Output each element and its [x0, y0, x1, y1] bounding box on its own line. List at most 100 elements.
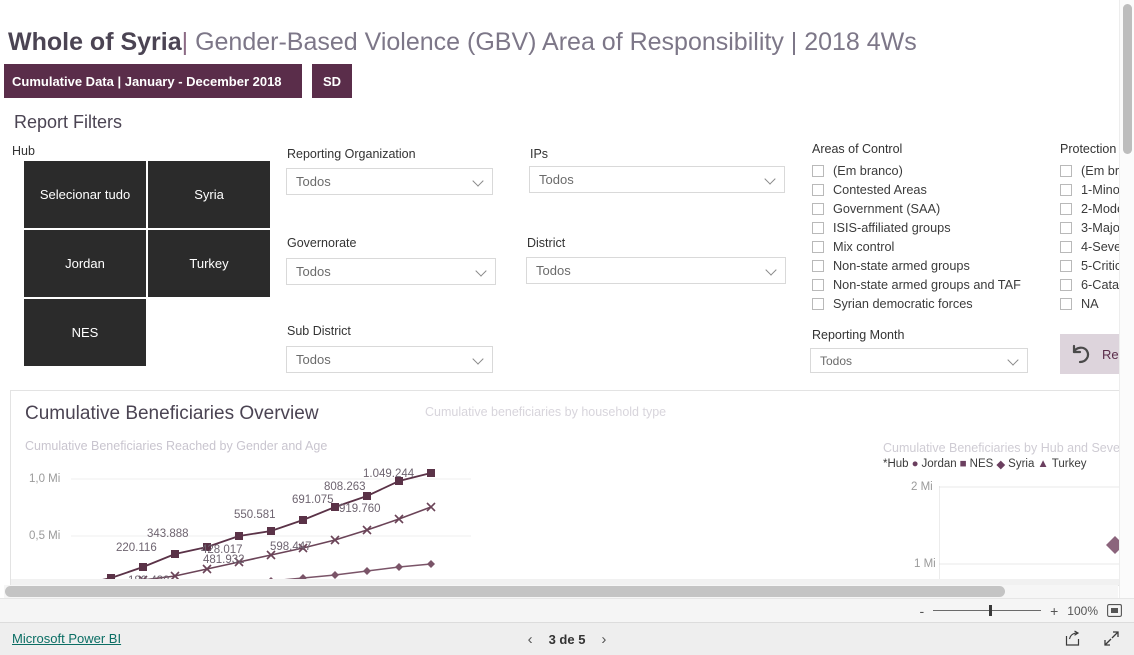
checkbox-icon[interactable] — [1060, 278, 1072, 291]
checkbox-icon[interactable] — [812, 259, 824, 272]
areas-of-control-item-label: (Em branco) — [833, 163, 903, 178]
square-marker-icon: ■ — [959, 458, 967, 470]
legend-item-nes: NES — [969, 458, 994, 470]
right-y-axis-tick-1mi: 1 Mi — [914, 558, 936, 570]
areas-of-control-item-label: Non-state armed groups and TAF — [833, 277, 1021, 292]
reporting-organization-dropdown[interactable]: Todos — [286, 168, 493, 195]
reporting-month-value: Todos — [820, 353, 853, 368]
hub-tile-nes-label: NES — [71, 325, 99, 340]
undo-arrow-icon — [1072, 344, 1090, 364]
areas-of-control-item-label: Non-state armed groups — [833, 258, 970, 273]
areas-of-control-item-isis[interactable]: ISIS-affiliated groups — [812, 218, 1021, 237]
hub-tile-select-all[interactable]: Selecionar tudo — [24, 161, 146, 228]
ips-dropdown[interactable]: Todos — [529, 166, 785, 193]
reporting-month-label: Reporting Month — [812, 328, 905, 342]
checkbox-icon[interactable] — [812, 183, 824, 196]
ips-value: Todos — [539, 172, 574, 187]
page-horizontal-scrollbar[interactable] — [4, 585, 1118, 598]
sub-district-value: Todos — [296, 352, 331, 367]
data-label: 919.760 — [339, 503, 381, 515]
hub-tile-jordan-label: Jordan — [65, 256, 105, 271]
gender-age-chart-subtitle: Cumulative Beneficiaries Reached by Gend… — [25, 439, 328, 453]
page-title-strong: Whole of Syria — [8, 28, 182, 56]
scatter-point-syria — [1106, 536, 1119, 554]
areas-of-control-item-contested[interactable]: Contested Areas — [812, 180, 1021, 199]
hub-slicer: Selecionar tudo Syria Jordan Turkey NES — [24, 161, 270, 366]
checkbox-icon[interactable] — [1060, 259, 1072, 272]
checkbox-icon[interactable] — [1060, 221, 1072, 234]
checkbox-icon[interactable] — [812, 221, 824, 234]
hub-tile-turkey-label: Turkey — [189, 256, 229, 271]
areas-of-control-item-label: ISIS-affiliated groups — [833, 220, 951, 235]
checkbox-icon[interactable] — [812, 297, 824, 310]
page-navigator: ‹ 3 de 5 › — [528, 631, 607, 648]
zoom-slider[interactable] — [933, 605, 1042, 616]
hub-severity-scatter-chart — [939, 486, 1119, 585]
areas-of-control-item-sdf[interactable]: Syrian democratic forces — [812, 294, 1021, 313]
areas-of-control-item-nsag[interactable]: Non-state armed groups — [812, 256, 1021, 275]
banner-cumulative-data-label: Cumulative Data | January - December 201… — [12, 73, 282, 89]
data-label: 691.075 — [292, 494, 334, 506]
chevron-down-icon — [1008, 354, 1021, 367]
checkbox-icon[interactable] — [812, 202, 824, 215]
protection-severity-item-label: 3-Major — [1081, 220, 1125, 235]
fit-to-page-icon[interactable] — [1107, 604, 1122, 617]
checkbox-icon[interactable] — [1060, 297, 1072, 310]
checkbox-icon[interactable] — [1060, 240, 1072, 253]
hub-tile-jordan[interactable]: Jordan — [24, 230, 146, 297]
zoom-percent-label: 100% — [1067, 603, 1098, 618]
zoom-in-button[interactable]: + — [1050, 604, 1058, 618]
page-horizontal-scrollbar-thumb[interactable] — [5, 586, 1005, 597]
data-label: 550.581 — [234, 509, 276, 521]
page-vertical-scrollbar[interactable] — [1119, 0, 1134, 617]
y-axis-tick-0: 0,5 Mi — [29, 530, 61, 542]
circle-marker-icon: ● — [911, 458, 919, 470]
chevron-left-icon[interactable]: ‹ — [528, 631, 533, 648]
checkbox-icon[interactable] — [812, 240, 824, 253]
data-label: 598.447 — [270, 541, 312, 553]
fullscreen-icon[interactable] — [1103, 630, 1120, 652]
share-icon[interactable] — [1064, 630, 1081, 652]
checkbox-icon[interactable] — [1060, 183, 1072, 196]
sub-district-dropdown[interactable]: Todos — [286, 346, 493, 373]
triangle-marker-icon: ▲ — [1037, 458, 1049, 470]
areas-of-control-item-label: Government (SAA) — [833, 201, 941, 216]
legend-prefix: *Hub — [883, 458, 909, 470]
district-label: District — [527, 236, 566, 250]
page-indicator: 3 de 5 — [548, 632, 586, 647]
chevron-right-icon[interactable]: › — [601, 631, 606, 648]
protection-severity-item-label: 1-Minor — [1081, 182, 1125, 197]
data-label: 220.116 — [116, 542, 157, 554]
protection-severity-item-label: NA — [1081, 296, 1099, 311]
zoom-slider-handle[interactable] — [989, 605, 993, 616]
page-vertical-scrollbar-thumb[interactable] — [1123, 4, 1132, 154]
checkbox-icon[interactable] — [812, 164, 824, 177]
reporting-month-dropdown[interactable]: Todos — [810, 348, 1028, 373]
legend-item-turkey: Turkey — [1051, 458, 1087, 470]
legend-item-jordan: Jordan — [921, 458, 957, 470]
zoom-out-button[interactable]: - — [919, 604, 924, 618]
areas-of-control-item-blank[interactable]: (Em branco) — [812, 161, 1021, 180]
governorate-dropdown[interactable]: Todos — [286, 258, 496, 285]
status-bar-actions — [1064, 630, 1120, 652]
areas-of-control-item-government[interactable]: Government (SAA) — [812, 199, 1021, 218]
areas-of-control-item-mix[interactable]: Mix control — [812, 237, 1021, 256]
governorate-value: Todos — [296, 264, 331, 279]
checkbox-icon[interactable] — [1060, 164, 1072, 177]
areas-of-control-item-nsag-taf[interactable]: Non-state armed groups and TAF — [812, 275, 1021, 294]
areas-of-control-item-label: Syrian democratic forces — [833, 296, 973, 311]
data-label: 481.932 — [203, 554, 245, 566]
microsoft-powerbi-link[interactable]: Microsoft Power BI — [12, 631, 121, 646]
hub-severity-legend: *Hub ● Jordan ■ NES ◆ Syria ▲ Turkey — [883, 457, 1087, 471]
chevron-down-icon — [476, 265, 489, 278]
checkbox-icon[interactable] — [1060, 202, 1072, 215]
hub-severity-chart-title: Cumulative Beneficiaries by Hub and Seve… — [883, 441, 1120, 455]
chevron-down-icon — [766, 264, 779, 277]
report-filters-heading: Report Filters — [14, 112, 123, 132]
district-dropdown[interactable]: Todos — [526, 257, 786, 284]
hub-tile-syria[interactable]: Syria — [148, 161, 270, 228]
hub-tile-turkey[interactable]: Turkey — [148, 230, 270, 297]
hub-tile-syria-label: Syria — [194, 187, 224, 202]
checkbox-icon[interactable] — [812, 278, 824, 291]
hub-tile-nes[interactable]: NES — [24, 299, 146, 366]
